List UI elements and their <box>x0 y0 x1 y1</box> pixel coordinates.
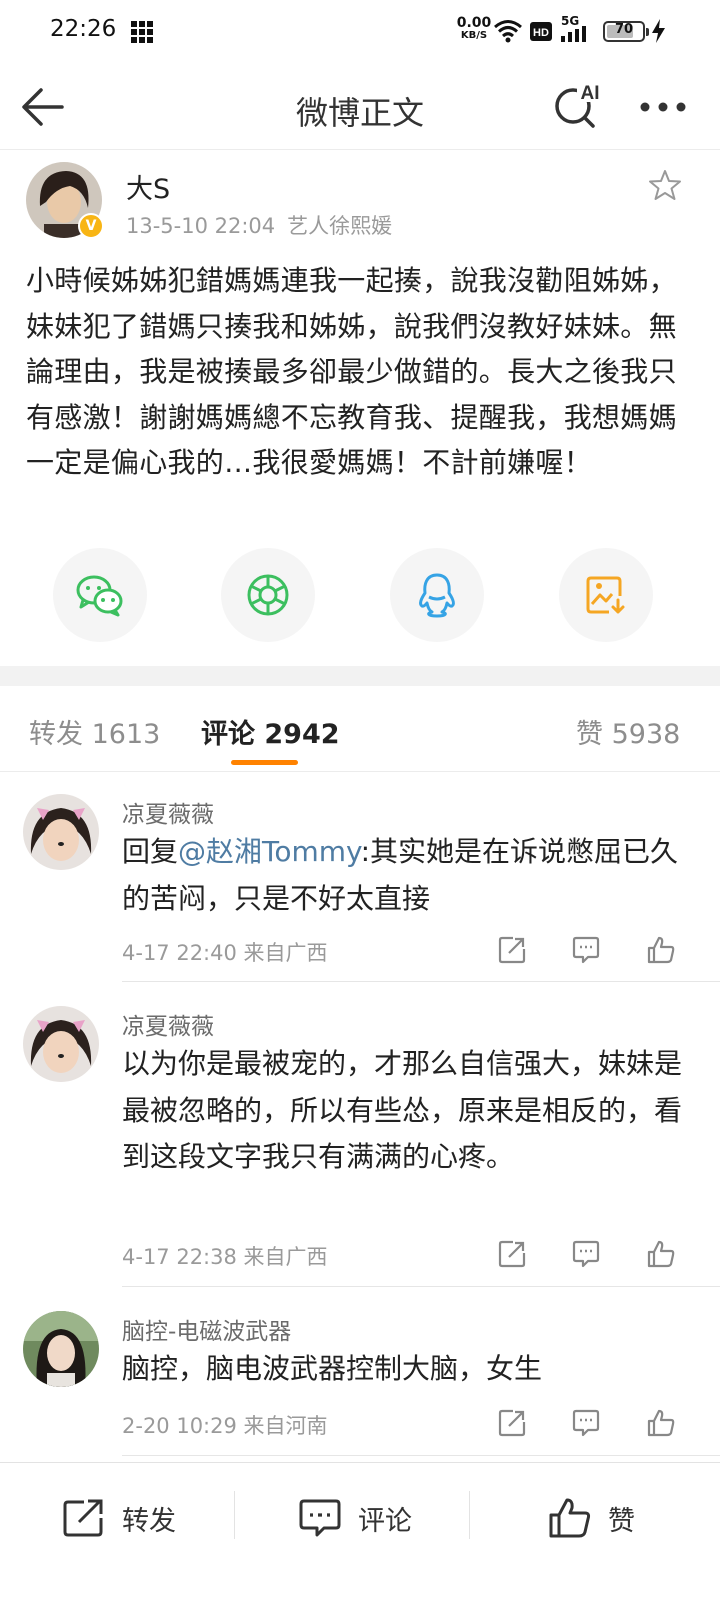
comment-divider <box>122 1286 720 1287</box>
comment-divider <box>122 1455 720 1456</box>
net-speed-indicator: 0.00 KB/S <box>456 16 492 42</box>
repost-icon <box>63 1499 103 1537</box>
like-icon[interactable] <box>646 1239 676 1269</box>
comment-icon[interactable] <box>571 935 601 965</box>
commenter-avatar[interactable] <box>23 794 99 870</box>
qq-icon <box>419 573 455 618</box>
comment-meta: 4-17 22:38 来自广西 <box>122 1245 328 1269</box>
comment-label: 评论 <box>358 1505 412 1537</box>
post-content: 小時候姊姊犯錯媽媽連我一起揍，說我沒勸阻姊姊，妹妹犯了錯媽只揍我和姊姊，說我們沒… <box>26 264 677 480</box>
signal-icon <box>561 26 586 42</box>
bottom-divider <box>234 1491 235 1539</box>
comment-icon <box>299 1499 341 1537</box>
comment-divider <box>122 981 720 982</box>
verified-badge-icon: V <box>78 213 104 239</box>
status-time: 22:26 <box>50 16 117 42</box>
favorite-star-icon[interactable] <box>648 168 682 202</box>
like-button[interactable]: 赞 <box>548 1495 635 1541</box>
bottom-divider <box>469 1491 470 1539</box>
comment-text: 回复@赵湘Tommy:其实她是在诉说憋屈已久的苦闷，只是不好太直接 <box>122 829 682 922</box>
more-options-icon[interactable] <box>638 94 688 120</box>
repost-label: 转发 <box>122 1505 176 1537</box>
battery-icon: 70 <box>603 21 649 42</box>
comment-icon[interactable] <box>571 1408 601 1438</box>
comment-icon[interactable] <box>571 1239 601 1269</box>
author-name[interactable]: 大S <box>126 167 170 206</box>
commenter-avatar-image <box>23 1311 99 1387</box>
commenter-avatar-image <box>23 1006 99 1082</box>
ai-search-button[interactable]: AI <box>551 80 605 132</box>
battery-level: 70 <box>614 22 634 37</box>
share-row <box>0 548 720 644</box>
share-moments-button[interactable] <box>221 548 315 642</box>
tab-repost[interactable]: 转发 1613 <box>29 712 160 751</box>
status-bar: 22:26 0.00 KB/S HD 5G 70 <box>0 0 720 64</box>
like-icon <box>549 1498 591 1538</box>
comment-text: 以为你是最被宠的，才那么自信强大，妹妹是最被忽略的，所以有些怂，原来是相反的，看… <box>122 1047 683 1173</box>
save-image-icon <box>586 576 625 614</box>
share-qq-button[interactable] <box>390 548 484 642</box>
moments-icon <box>247 574 289 616</box>
reply-prefix: 回复 <box>122 835 179 868</box>
app-grid-icon <box>131 21 153 43</box>
hd-label: HD <box>533 27 549 39</box>
tab-like[interactable]: 赞 5938 <box>576 712 680 751</box>
share-wechat-button[interactable] <box>53 548 147 642</box>
commenter-name[interactable]: 凉夏薇薇 <box>122 1007 214 1041</box>
net-speed-value: 0.00 <box>456 15 492 31</box>
commenter-name[interactable]: 凉夏薇薇 <box>122 795 214 829</box>
commenter-name[interactable]: 脑控-电磁波武器 <box>122 1312 291 1346</box>
ai-search-icon: AI <box>555 82 603 128</box>
wifi-icon <box>494 20 522 43</box>
repost-button[interactable]: 转发 <box>62 1495 176 1541</box>
commenter-avatar[interactable] <box>23 1006 99 1082</box>
active-tab-indicator <box>231 760 298 765</box>
net-speed-unit: KB/S <box>460 30 488 41</box>
comment-text: 脑控，脑电波武器控制大脑，女生 <box>122 1352 543 1385</box>
like-label: 赞 <box>608 1505 635 1537</box>
repost-icon[interactable] <box>497 1408 527 1438</box>
bottom-action-bar: 转发 评论 赞 <box>0 1462 720 1600</box>
charging-icon <box>652 19 665 43</box>
comment-meta: 4-17 22:40 来自广西 <box>122 941 328 965</box>
section-separator <box>0 666 720 686</box>
save-image-button[interactable] <box>559 548 653 642</box>
like-icon[interactable] <box>646 1408 676 1438</box>
verify-description: 艺人徐熙媛 <box>287 214 393 238</box>
like-icon[interactable] <box>646 935 676 965</box>
tab-comment[interactable]: 评论 2942 <box>201 712 340 751</box>
repost-icon[interactable] <box>497 935 527 965</box>
post-meta: 13-5-10 22:04 艺人徐熙媛 <box>126 210 392 240</box>
post-time: 13-5-10 22:04 <box>126 214 276 238</box>
hd-icon: HD <box>530 22 552 41</box>
commenter-avatar-image <box>23 794 99 870</box>
mention-link[interactable]: @赵湘Tommy <box>178 835 361 868</box>
wechat-icon <box>76 575 123 617</box>
page-title: 微博正文 <box>295 94 424 132</box>
comment-meta: 2-20 10:29 来自河南 <box>122 1414 328 1438</box>
repost-icon[interactable] <box>497 1239 527 1269</box>
interaction-tabs: 转发 1613 评论 2942 赞 5938 <box>0 686 720 772</box>
commenter-avatar[interactable] <box>23 1311 99 1387</box>
ai-label: AI <box>581 83 600 104</box>
nav-bar: 微博正文 AI <box>0 64 720 150</box>
comment-button[interactable]: 评论 <box>298 1495 412 1541</box>
